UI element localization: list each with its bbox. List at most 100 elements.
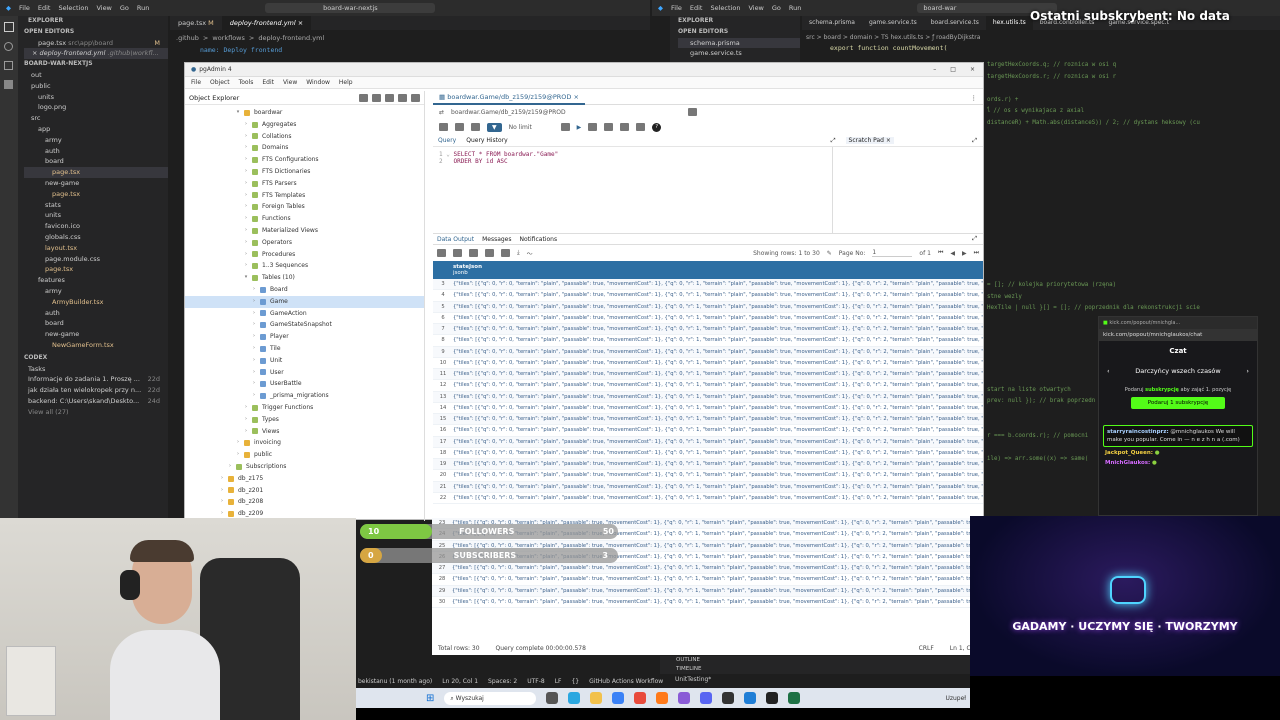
table-view-icon[interactable] xyxy=(372,93,381,102)
chevron-right-icon[interactable]: › xyxy=(243,414,249,426)
cell-statejson[interactable]: {"tiles": [{"q": 0, "r": 0, "terrain": "… xyxy=(453,472,983,478)
menu-selection[interactable]: Selection xyxy=(710,4,740,12)
file-tree-item[interactable]: auth xyxy=(24,308,168,319)
unittesting-label[interactable]: UnitTesting* xyxy=(672,676,715,683)
cell-statejson[interactable]: {"tiles": [{"q": 0, "r": 0, "terrain": "… xyxy=(453,416,983,422)
tree-node[interactable]: › FTS Parsers xyxy=(185,178,424,190)
table-row[interactable]: 3 {"tiles": [{"q": 0, "r": 0, "terrain": … xyxy=(433,279,983,291)
stop-icon[interactable] xyxy=(560,123,570,131)
tray-text[interactable]: Uzupeł xyxy=(945,695,966,702)
table-row[interactable]: 14 {"tiles": [{"q": 0, "r": 0, "terrain":… xyxy=(433,403,983,414)
cell-statejson[interactable]: {"tiles": [{"q": 0, "r": 0, "terrain": "… xyxy=(452,599,980,605)
add-row-icon[interactable] xyxy=(437,249,446,257)
pg-menu-tools[interactable]: Tools xyxy=(239,79,254,86)
cell-statejson[interactable]: {"tiles": [{"q": 0, "r": 0, "terrain": "… xyxy=(452,565,980,571)
tree-node[interactable]: › Domains xyxy=(185,142,424,154)
left-code-line[interactable]: name: Deploy frontend xyxy=(200,46,282,54)
rollback-icon[interactable] xyxy=(620,123,630,131)
column-header-statejson[interactable]: stateJson jsonb xyxy=(453,264,482,276)
carousel-prev-icon[interactable]: ‹ xyxy=(1107,367,1110,375)
tree-node[interactable]: › Game xyxy=(185,295,424,308)
execute-icon[interactable]: ▶ xyxy=(577,124,582,131)
task-view-icon[interactable] xyxy=(546,692,559,704)
breadcrumb-item[interactable]: .github xyxy=(176,34,199,42)
delete-icon[interactable] xyxy=(485,249,494,257)
chevron-right-icon[interactable]: › xyxy=(219,485,225,497)
table-row[interactable]: 19 {"tiles": [{"q": 0, "r": 0, "terrain":… xyxy=(433,459,983,471)
open-editors-header[interactable]: OPEN EDITORS xyxy=(678,27,800,38)
cell-statejson[interactable]: {"tiles": [{"q": 0, "r": 0, "terrain": "… xyxy=(453,304,983,310)
open-editor-item[interactable]: schema.prisma xyxy=(678,37,800,49)
table-row[interactable]: 16 {"tiles": [{"q": 0, "r": 0, "terrain":… xyxy=(433,425,983,437)
timeline-header[interactable]: TIMELINE xyxy=(676,665,980,674)
tree-node[interactable]: › Foreign Tables xyxy=(185,201,424,213)
tree-node[interactable]: › Operators xyxy=(185,237,424,249)
page-no-input[interactable]: 1 xyxy=(872,249,913,257)
prev-page-icon[interactable]: ◀ xyxy=(950,250,955,257)
expand-icon[interactable]: ⤢ xyxy=(972,235,977,243)
pg-menu-file[interactable]: File xyxy=(191,79,201,86)
tree-node[interactable]: › Views xyxy=(185,426,424,438)
edit-range-icon[interactable]: ✎ xyxy=(827,250,832,257)
first-page-icon[interactable]: ⏮ xyxy=(938,249,943,257)
pg-menu-window[interactable]: Window xyxy=(306,79,330,86)
chevron-right-icon[interactable]: › xyxy=(243,131,249,143)
file-tree-item[interactable]: layout.tsx xyxy=(24,243,168,254)
editor-tab[interactable]: board.service.ts xyxy=(924,16,986,30)
menu-view[interactable]: View xyxy=(96,4,111,12)
cell-statejson[interactable]: {"tiles": [{"q": 0, "r": 0, "terrain": "… xyxy=(453,326,983,332)
chevron-right-icon[interactable]: › xyxy=(251,319,257,331)
menu-view[interactable]: View xyxy=(748,4,763,12)
file-tree-item[interactable]: NewGameForm.tsx xyxy=(24,340,168,351)
file-tree-item[interactable]: board xyxy=(24,318,168,329)
chat-username[interactable]: starryraincostinprz: xyxy=(1107,429,1169,435)
tree-node[interactable]: ▾ boardwar xyxy=(185,107,424,119)
cell-statejson[interactable]: {"tiles": [{"q": 0, "r": 0, "terrain": "… xyxy=(452,576,980,582)
project-header[interactable]: BOARD-WAR-NEXTJS xyxy=(24,59,168,70)
codex-header[interactable]: CODEX xyxy=(24,353,168,364)
chevron-right-icon[interactable]: › xyxy=(243,249,249,261)
search-icon[interactable] xyxy=(398,93,407,102)
chevron-right-icon[interactable]: › xyxy=(243,225,249,237)
indentation[interactable]: Spaces: 2 xyxy=(488,678,517,685)
menu-file[interactable]: File xyxy=(671,4,682,12)
filter-button[interactable]: ▼ xyxy=(487,122,502,132)
open-editor-item[interactable]: page.tsx src\app\board M xyxy=(24,38,168,49)
tree-node[interactable]: › invoicing xyxy=(185,437,424,449)
menu-selection[interactable]: Selection xyxy=(58,4,88,12)
connection-select[interactable]: boardwar.Game/db_z159/z159@PROD xyxy=(451,109,681,116)
menu-run[interactable]: Run xyxy=(137,4,149,12)
tree-node[interactable]: › 1..3 Sequences xyxy=(185,260,424,272)
cell-statejson[interactable]: {"tiles": [{"q": 0, "r": 0, "terrain": "… xyxy=(453,382,983,388)
chevron-down-icon[interactable]: ▾ xyxy=(243,272,249,284)
file-tree-item[interactable]: auth xyxy=(24,146,168,157)
tree-node[interactable]: › Aggregates xyxy=(185,119,424,131)
save-file-icon[interactable] xyxy=(455,123,464,131)
chevron-right-icon[interactable]: › xyxy=(219,496,225,508)
table-row[interactable]: 20 {"tiles": [{"q": 0, "r": 0, "terrain":… xyxy=(433,470,983,482)
tree-node[interactable]: › FTS Configurations xyxy=(185,154,424,166)
table-row[interactable]: 8 {"tiles": [{"q": 0, "r": 0, "terrain": … xyxy=(433,335,983,347)
table-row[interactable]: 18 {"tiles": [{"q": 0, "r": 0, "terrain":… xyxy=(433,448,983,459)
tree-node[interactable]: › GameStateSnapshot xyxy=(185,319,424,331)
file-tree-item[interactable]: new-game xyxy=(24,329,168,340)
maximize-button[interactable]: □ xyxy=(950,66,956,73)
gift-link[interactable]: subskrypcję xyxy=(1145,387,1179,393)
excel-icon[interactable] xyxy=(788,692,801,704)
table-row[interactable]: 28 {"tiles": [{"q": 0, "r": 0, "terrain":… xyxy=(432,574,980,586)
cell-statejson[interactable]: {"tiles": [{"q": 0, "r": 0, "terrain": "… xyxy=(453,495,983,501)
tab-page-tsx[interactable]: page.tsx M xyxy=(170,16,222,30)
graph-icon[interactable]: 〜 xyxy=(527,249,533,258)
edit-icon[interactable] xyxy=(471,123,480,131)
table-row[interactable]: 12 {"tiles": [{"q": 0, "r": 0, "terrain":… xyxy=(433,380,983,392)
tree-node[interactable]: › Subscriptions xyxy=(185,461,424,473)
task-item[interactable]: jak działa ten wielokropek przy n... 22d xyxy=(24,385,168,396)
table-row[interactable]: 4 {"tiles": [{"q": 0, "r": 0, "terrain": … xyxy=(433,290,983,302)
file-tree-item[interactable]: out xyxy=(24,70,168,81)
chevron-right-icon[interactable]: › xyxy=(243,213,249,225)
gift-button[interactable]: Podaruj 1 subskrypcję xyxy=(1131,397,1225,409)
file-tree-item[interactable]: favicon.ico xyxy=(24,221,168,232)
tree-node[interactable]: › Unit xyxy=(185,355,424,367)
table-row[interactable]: 30 {"tiles": [{"q": 0, "r": 0, "terrain":… xyxy=(432,597,980,608)
file-tree-item[interactable]: app xyxy=(24,124,168,135)
